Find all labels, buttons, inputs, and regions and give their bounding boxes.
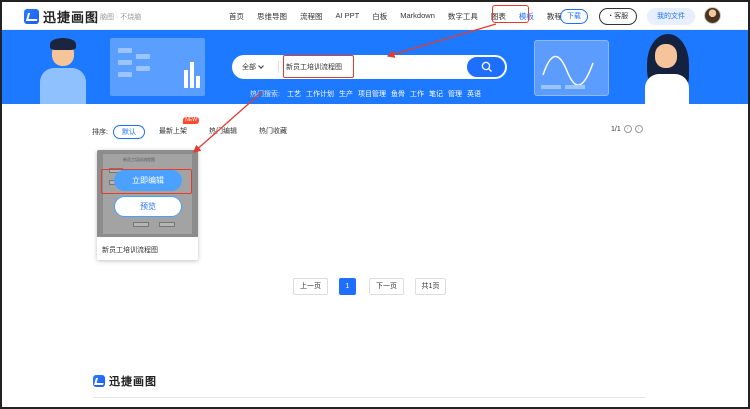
template-title[interactable]: 新员工培训流程图: [102, 245, 158, 255]
download-button[interactable]: 下载: [560, 9, 588, 24]
search-scope-value: 全部: [242, 64, 256, 71]
search-button[interactable]: [466, 56, 506, 78]
hot-term[interactable]: 笔记: [429, 89, 443, 99]
nav-item-markdown[interactable]: Markdown: [400, 11, 435, 22]
hot-term[interactable]: 英语: [467, 89, 481, 99]
customer-service-label: 客服: [614, 13, 629, 20]
page-indicator: 1/1 ‹ ›: [611, 125, 643, 133]
sort-bar: 排序: 默认 最新上架 NEW 热门编辑 热门收藏: [92, 117, 301, 139]
hot-term[interactable]: 工作: [410, 89, 424, 99]
page-indicator-text: 1/1: [611, 125, 621, 133]
prev-page-icon[interactable]: ‹: [623, 125, 632, 133]
slogan: 脑图 · 不烧脑: [94, 12, 141, 22]
sort-newest[interactable]: 最新上架 NEW: [151, 117, 199, 139]
hot-term[interactable]: 鱼骨: [391, 89, 405, 99]
thumbnail-title: 新员工培训流程图: [123, 157, 155, 162]
top-navigation-bar: 迅捷画图 脑图 · 不烧脑 首页 思维导图 流程图 AI PPT 白板 Mark…: [2, 2, 748, 30]
next-page-icon[interactable]: ›: [634, 125, 643, 133]
hot-term[interactable]: 生产: [339, 89, 353, 99]
pagination: 上一页 1 下一页 共1页: [293, 278, 457, 295]
hot-searches-label: 热门搜索:: [250, 91, 280, 98]
preview-button[interactable]: 预览: [114, 196, 182, 217]
nav-item-ai-ppt[interactable]: AI PPT: [336, 11, 360, 22]
new-badge: NEW: [183, 117, 199, 124]
sort-most-favorited[interactable]: 热门收藏: [251, 125, 295, 139]
next-page-button[interactable]: 下一页: [369, 278, 404, 295]
template-card[interactable]: 新员工培训流程图 立即编辑 预览 新员工培训流程图: [97, 150, 198, 260]
search-scope-select[interactable]: 全部: [242, 62, 264, 72]
page-number-current[interactable]: 1: [339, 278, 356, 295]
sort-label: 排序:: [92, 129, 108, 136]
nav-item-flowchart[interactable]: 流程图: [300, 11, 323, 22]
dashboard-illustration: [110, 38, 205, 96]
hot-term[interactable]: 工艺: [287, 89, 301, 99]
templates-highlight-box: [492, 5, 529, 23]
hot-term[interactable]: 工作计划: [306, 89, 334, 99]
logo-icon: [93, 375, 105, 387]
nav-item-mindmap[interactable]: 思维导图: [257, 11, 287, 22]
nav-item-whiteboard[interactable]: 白板: [372, 11, 387, 22]
chevron-down-icon: [258, 63, 264, 69]
sort-most-edited[interactable]: 热门编辑: [201, 125, 245, 139]
logo-icon: [24, 9, 39, 24]
brand-logo[interactable]: 迅捷画图: [24, 7, 99, 26]
sort-default[interactable]: 默认: [112, 125, 145, 139]
hot-searches: 热门搜索: 工艺 工作计划 生产 项目管理 鱼骨 工作 笔记 管理 英语: [250, 89, 486, 99]
avatar[interactable]: [704, 7, 721, 24]
divider: [278, 61, 279, 73]
nav-item-home[interactable]: 首页: [229, 11, 244, 22]
woman-illustration: [617, 34, 697, 104]
nav-item-digital-tools[interactable]: 数字工具: [448, 11, 478, 22]
hot-term[interactable]: 管理: [448, 89, 462, 99]
edit-highlight-box: [101, 169, 192, 194]
chart-screen-illustration: [534, 40, 609, 96]
customer-service-button[interactable]: ◔ 客服: [599, 8, 637, 25]
footer-divider: [93, 397, 645, 398]
total-pages: 共1页: [415, 278, 446, 295]
headset-icon: ◔: [607, 13, 613, 20]
my-files-button[interactable]: 我的文件: [647, 8, 695, 25]
footer-logo[interactable]: 迅捷画图: [93, 373, 157, 389]
sort-newest-label: 最新上架: [158, 128, 187, 135]
footer-logo-text: 迅捷画图: [109, 376, 157, 388]
man-illustration: [32, 36, 92, 104]
hot-term[interactable]: 项目管理: [358, 89, 386, 99]
logo-text: 迅捷画图: [43, 10, 100, 25]
search-icon: [481, 61, 492, 72]
search-highlight-box: [283, 55, 354, 78]
prev-page-button[interactable]: 上一页: [293, 278, 328, 295]
